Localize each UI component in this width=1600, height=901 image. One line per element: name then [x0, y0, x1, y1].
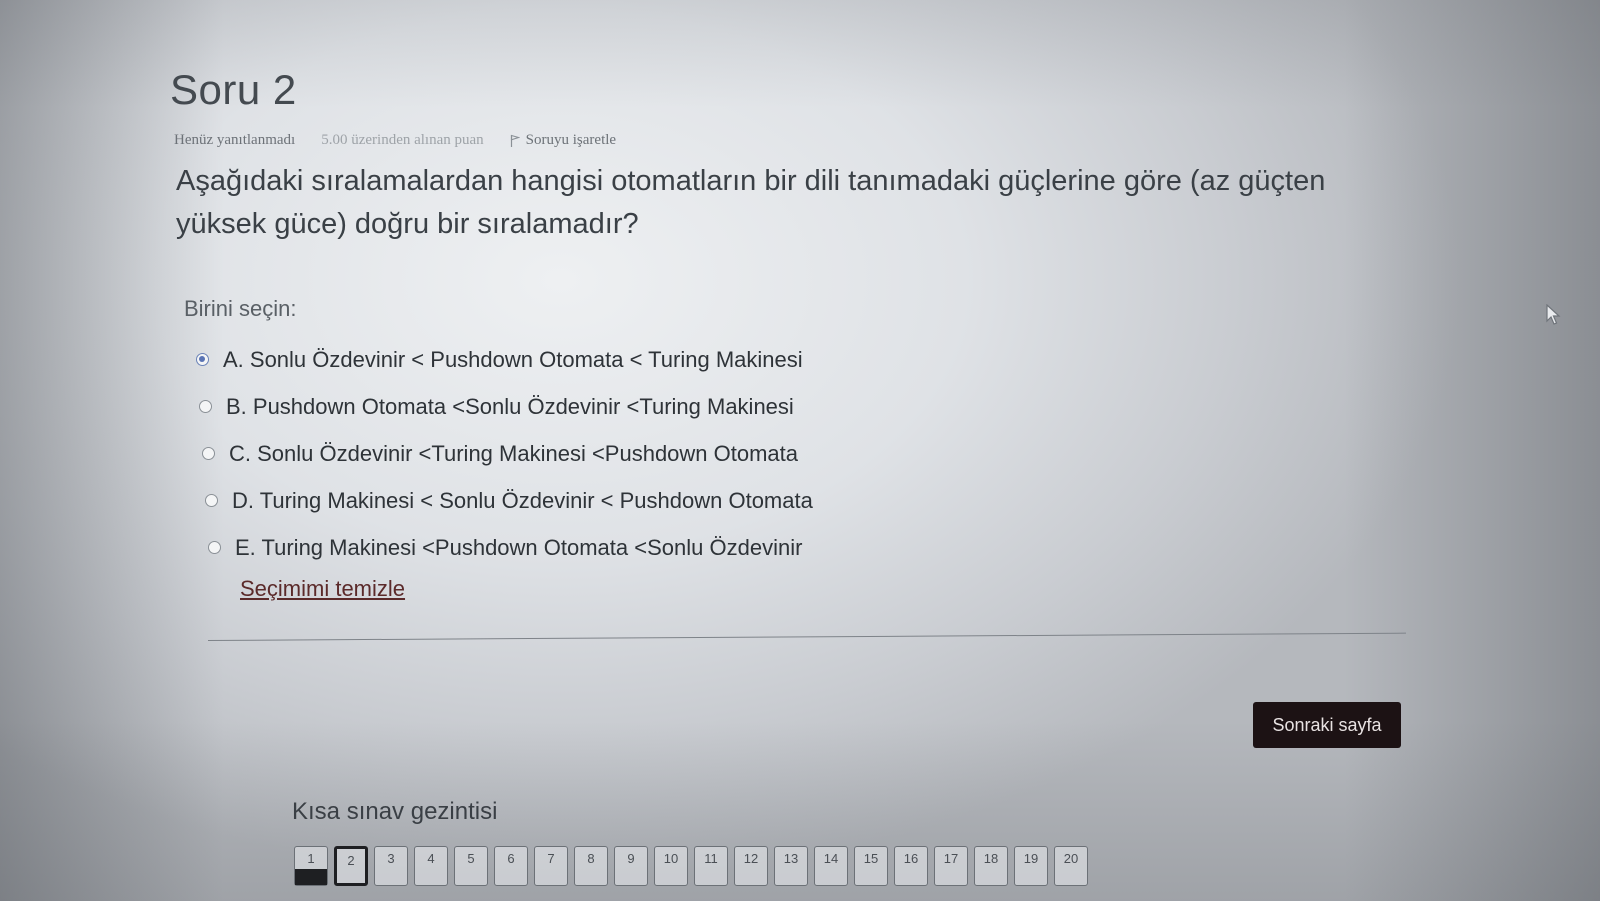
radio-option-b[interactable] — [199, 400, 212, 413]
question-text: Aşağıdaki sıralamalardan hangisi otomatl… — [176, 165, 1326, 240]
flag-question-label: Soruyu işaretle — [525, 132, 617, 148]
quiz-navigation-grid: 1 2 3 4 5 6 7 8 9 10 11 12 13 14 15 16 17 18 19 20 — [294, 846, 1088, 886]
answer-option-c[interactable]: C. Sonlu Özdevinir <Turing Makinesi <Pus… — [202, 430, 813, 477]
answer-option-label: E. Turing Makinesi <Pushdown Otomata <So… — [235, 534, 803, 560]
answer-option-d[interactable]: D. Turing Makinesi < Sonlu Özdevinir < P… — [205, 477, 813, 524]
radio-option-d[interactable] — [205, 494, 218, 507]
answer-option-label: A. Sonlu Özdevinir < Pushdown Otomata < … — [223, 346, 803, 372]
quiz-nav-button-10[interactable]: 10 — [654, 846, 688, 886]
quiz-nav-button-9[interactable]: 9 — [614, 846, 648, 886]
flag-icon — [510, 134, 520, 147]
quiz-navigation-title: Kısa sınav gezintisi — [292, 798, 498, 825]
clear-choice-link[interactable]: Seçimimi temizle — [240, 576, 405, 602]
quiz-nav-button-4[interactable]: 4 — [414, 846, 448, 886]
answer-option-label: B. Pushdown Otomata <Sonlu Özdevinir <Tu… — [226, 393, 794, 419]
quiz-nav-button-13[interactable]: 13 — [774, 846, 808, 886]
quiz-nav-button-6[interactable]: 6 — [494, 846, 528, 886]
quiz-nav-button-19[interactable]: 19 — [1014, 846, 1048, 886]
answer-prompt: Birini seçin: — [184, 296, 297, 321]
radio-option-c[interactable] — [202, 447, 215, 460]
question-info: Henüz yanıtlanmadı 5.00 üzerinden alınan… — [174, 132, 616, 149]
quiz-nav-button-5[interactable]: 5 — [454, 846, 488, 886]
answer-options: A. Sonlu Özdevinir < Pushdown Otomata < … — [196, 336, 813, 571]
quiz-nav-button-3[interactable]: 3 — [374, 846, 408, 886]
quiz-nav-button-12[interactable]: 12 — [734, 846, 768, 886]
question-title: Soru 2 — [170, 66, 297, 113]
section-divider — [207, 632, 1406, 641]
quiz-nav-button-20[interactable]: 20 — [1054, 846, 1088, 886]
question-grade: 5.00 üzerinden alınan puan — [321, 132, 484, 148]
next-page-button[interactable]: Sonraki sayfa — [1253, 702, 1401, 748]
quiz-nav-button-11[interactable]: 11 — [694, 846, 728, 886]
question-status: Henüz yanıtlanmadı — [174, 132, 296, 148]
flag-question-link[interactable]: Soruyu işaretle — [510, 132, 616, 149]
quiz-nav-button-7[interactable]: 7 — [534, 846, 568, 886]
answer-option-a[interactable]: A. Sonlu Özdevinir < Pushdown Otomata < … — [196, 336, 813, 383]
quiz-nav-button-17[interactable]: 17 — [934, 846, 968, 886]
quiz-nav-button-16[interactable]: 16 — [894, 846, 928, 886]
radio-option-e[interactable] — [208, 541, 221, 554]
quiz-nav-button-8[interactable]: 8 — [574, 846, 608, 886]
quiz-nav-button-15[interactable]: 15 — [854, 846, 888, 886]
quiz-nav-button-1[interactable]: 1 — [294, 846, 328, 886]
answer-option-b[interactable]: B. Pushdown Otomata <Sonlu Özdevinir <Tu… — [199, 383, 813, 430]
mouse-pointer-icon — [1546, 304, 1561, 325]
answer-option-label: D. Turing Makinesi < Sonlu Özdevinir < P… — [232, 487, 813, 513]
quiz-nav-button-14[interactable]: 14 — [814, 846, 848, 886]
quiz-nav-button-18[interactable]: 18 — [974, 846, 1008, 886]
answer-option-e[interactable]: E. Turing Makinesi <Pushdown Otomata <So… — [208, 524, 813, 571]
answer-option-label: C. Sonlu Özdevinir <Turing Makinesi <Pus… — [229, 440, 799, 466]
radio-option-a[interactable] — [196, 353, 209, 366]
quiz-nav-button-2[interactable]: 2 — [334, 846, 368, 886]
